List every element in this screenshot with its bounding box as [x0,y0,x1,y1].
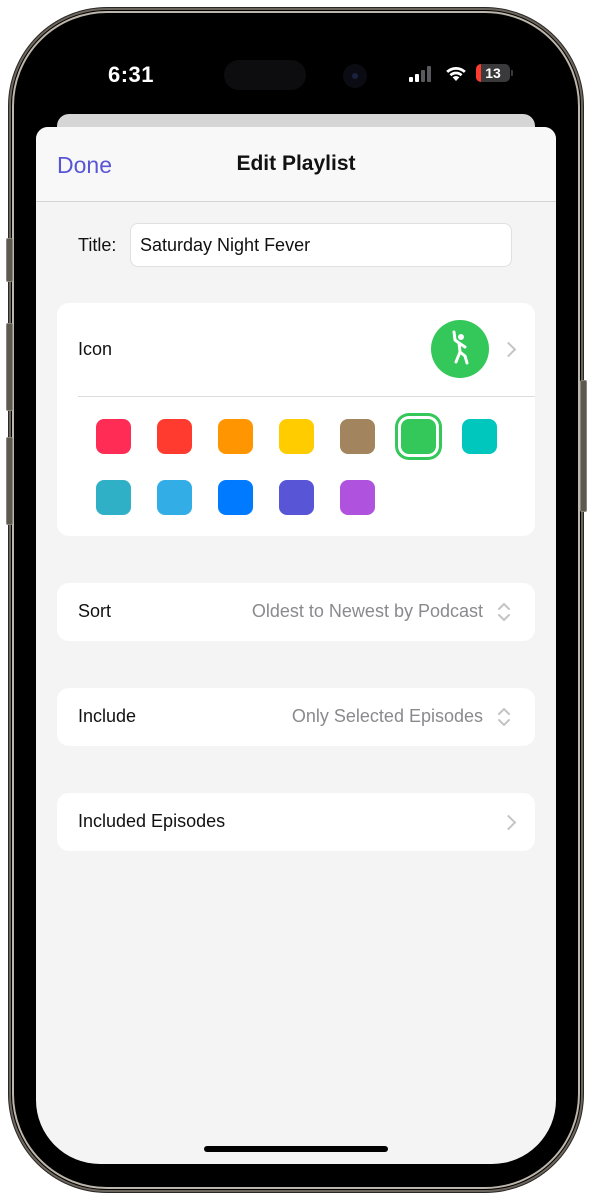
color-swatch[interactable] [340,419,375,454]
color-swatch[interactable] [401,419,436,454]
title-input[interactable] [130,223,512,267]
icon-label: Icon [78,339,113,359]
chevron-up-down-icon [498,603,510,621]
include-row[interactable]: Include Only Selected Episodes [57,688,535,746]
color-swatch[interactable] [218,480,253,515]
sort-label: Sort [78,601,112,621]
include-value: Only Selected Episodes [291,706,483,726]
page-title: Edit Playlist [236,152,356,175]
icon-row[interactable]: Icon [57,303,535,396]
color-swatch[interactable] [96,419,131,454]
battery-icon: 13 [476,64,510,82]
volume-down-button [6,437,13,525]
playlist-icon-preview[interactable] [431,320,489,378]
include-label: Include [78,706,137,726]
included-episodes-row[interactable]: Included Episodes [57,793,535,851]
status-bar: 6:31 13 [36,34,556,114]
edit-playlist-sheet: Done Edit Playlist Title: Icon [36,127,556,1164]
sort-row[interactable]: Sort Oldest to Newest by Podcast [57,583,535,641]
color-swatch[interactable] [218,419,253,454]
color-swatch[interactable] [279,480,314,515]
color-swatch[interactable] [96,480,131,515]
wifi-icon [446,66,466,81]
color-swatch[interactable] [279,419,314,454]
volume-up-button [6,323,13,411]
battery-nub [511,70,513,76]
color-swatch[interactable] [157,419,192,454]
cellular-signal-icon [409,66,435,82]
status-time: 6:31 [108,62,155,87]
color-swatch[interactable] [340,480,375,515]
color-swatch[interactable] [462,419,497,454]
navigation-bar: Done Edit Playlist [36,127,556,202]
battery-level: 13 [485,65,501,81]
chevron-right-icon [500,341,517,358]
title-label: Title: [78,235,117,255]
color-swatch[interactable] [157,480,192,515]
sort-value: Oldest to Newest by Podcast [251,601,483,621]
dancing-figure-icon [452,330,469,365]
dynamic-island [224,60,306,90]
chevron-right-icon [500,814,517,831]
power-button [580,380,587,512]
chevron-up-down-icon [498,708,510,726]
title-row: Title: [36,223,556,269]
camera-icon [343,64,367,88]
action-button [6,238,13,282]
screen: 6:31 13 Done Edit Playlist Title: Saturd… [36,34,556,1164]
divider [78,396,535,397]
home-indicator [204,1146,388,1152]
icon-card: Icon [57,303,535,536]
included-episodes-label: Included Episodes [78,811,226,831]
